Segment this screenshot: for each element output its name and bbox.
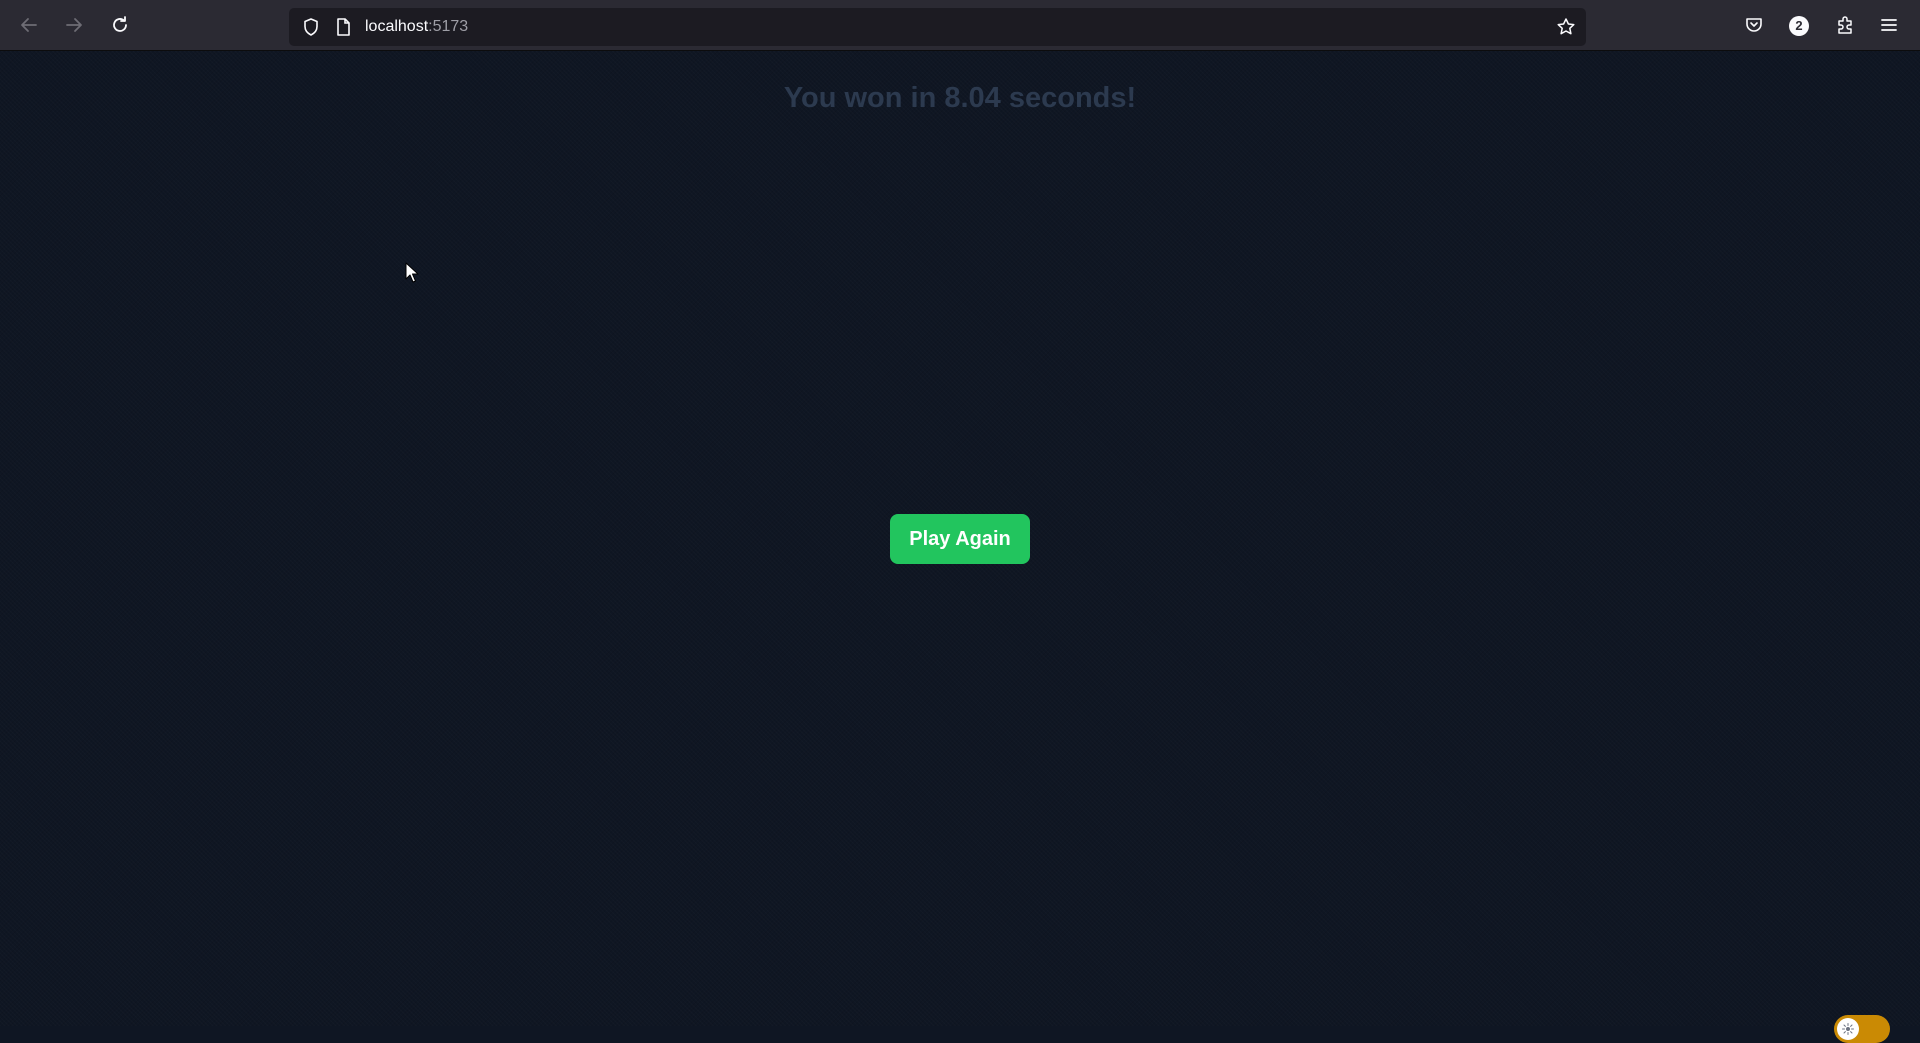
forward-icon[interactable] [62,13,86,37]
page-icon [331,15,355,39]
extension-badge[interactable]: 2 [1789,16,1809,36]
extensions-icon[interactable] [1833,13,1857,37]
sun-icon [1837,1018,1859,1040]
url-text[interactable]: localhost:5173 [365,18,468,36]
star-icon[interactable] [1554,15,1578,39]
url-host: localhost [365,18,429,35]
url-bar[interactable]: localhost:5173 [289,8,1586,46]
play-again-button[interactable]: Play Again [890,514,1030,564]
mouse-cursor-icon [405,262,419,289]
page-content: You won in 8.04 seconds! Play Again [0,51,1920,1043]
theme-toggle[interactable] [1834,1015,1890,1043]
url-port: :5173 [428,18,469,35]
menu-icon[interactable] [1877,13,1901,37]
pocket-icon[interactable] [1742,13,1766,37]
win-message: You won in 8.04 seconds! [783,82,1137,114]
reload-icon[interactable] [108,13,132,37]
shield-icon[interactable] [299,15,323,39]
browser-toolbar: localhost:5173 2 [0,0,1920,51]
back-icon[interactable] [17,13,41,37]
